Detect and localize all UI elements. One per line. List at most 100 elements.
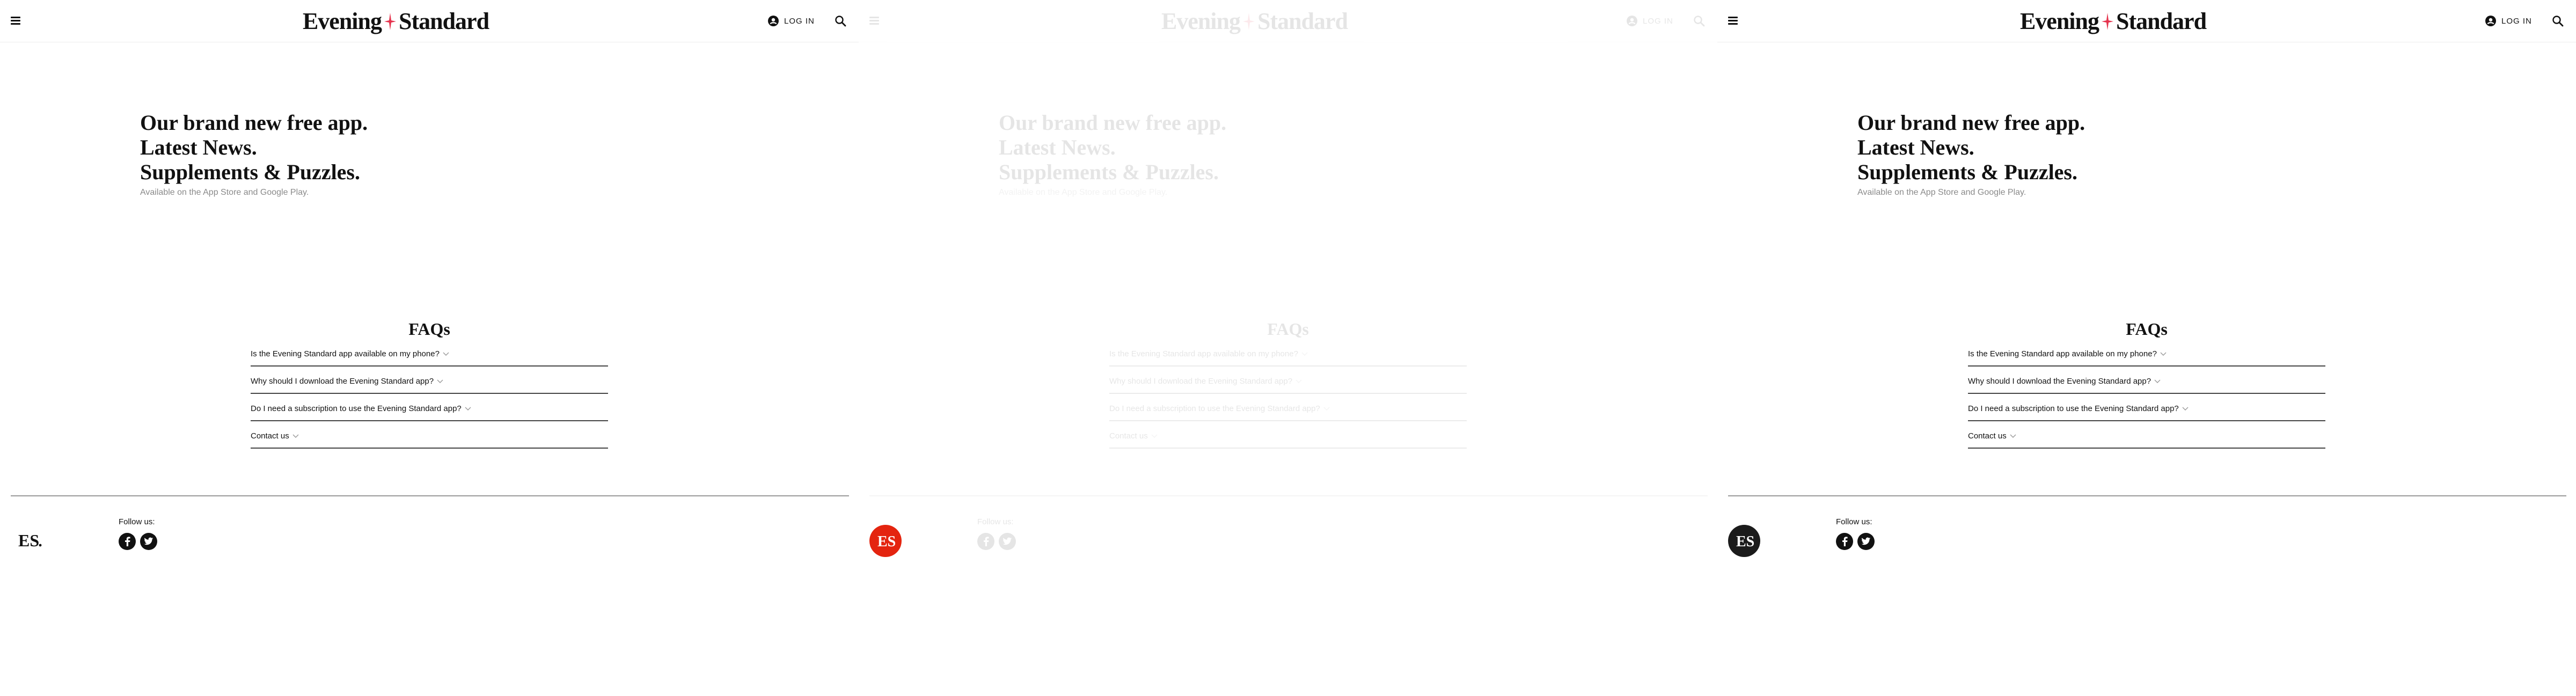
site-header: Evening Standard LOG IN (859, 0, 1717, 42)
follow-us: Follow us: (119, 517, 157, 550)
chevron-down-icon (292, 434, 299, 438)
footer-logo[interactable]: ES (1727, 524, 1761, 558)
chevron-down-icon (2010, 434, 2016, 438)
svg-text:ES: ES (18, 531, 39, 550)
site-logo[interactable]: Evening Standard (859, 8, 1650, 35)
promo-headline-2: Latest News. (140, 135, 257, 159)
faq-item[interactable]: Why should I download the Evening Standa… (1968, 367, 2325, 394)
promo-subtitle: Available on the App Store and Google Pl… (999, 188, 1168, 197)
login-button[interactable]: LOG IN (2485, 15, 2532, 27)
follow-us: Follow us: (1836, 517, 1875, 550)
faq-question: Why should I download the Evening Standa… (251, 377, 434, 386)
app-promo: Our brand new free app. Latest News. Sup… (999, 111, 1226, 197)
logo-word-standard: Standard (398, 8, 489, 34)
login-label: LOG IN (1643, 16, 1673, 26)
faq-item[interactable]: Why should I download the Evening Standa… (251, 367, 608, 394)
faq-question: Why should I download the Evening Standa… (1968, 377, 2151, 386)
follow-us: Follow us: (977, 517, 1016, 550)
svg-text:ES: ES (1736, 533, 1754, 550)
promo-headline-1: Our brand new free app. (1857, 111, 2085, 135)
app-promo: Our brand new free app. Latest News. Sup… (140, 111, 368, 197)
faq-item[interactable]: Contact us (1968, 421, 2325, 449)
logo-word-standard: Standard (2116, 8, 2207, 34)
chevron-down-icon (1296, 379, 1302, 383)
search-icon[interactable] (834, 14, 847, 27)
faq-question: Contact us (1109, 431, 1148, 441)
facebook-icon[interactable] (119, 533, 136, 550)
site-logo[interactable]: Evening Standard (0, 8, 792, 35)
faq-item[interactable]: Why should I download the Evening Standa… (1109, 367, 1467, 394)
faq-item[interactable]: Do I need a subscription to use the Even… (1968, 394, 2325, 421)
logo-word-evening: Evening (2019, 8, 2099, 34)
chevron-down-icon (2160, 352, 2167, 356)
search-icon[interactable] (2551, 14, 2564, 27)
es-logo-icon: ES (18, 531, 42, 550)
faq-question: Is the Evening Standard app available on… (1109, 349, 1298, 358)
app-promo-panel: Evening Standard LOG IN Our brand new fre… (0, 0, 859, 696)
logo-star-icon (1242, 13, 1255, 30)
chevron-down-icon (1151, 434, 1158, 438)
faq-section: FAQs Is the Evening Standard app availab… (1968, 319, 2325, 449)
twitter-icon[interactable] (999, 533, 1016, 550)
facebook-icon[interactable] (977, 533, 994, 550)
chevron-down-icon (1301, 352, 1308, 356)
twitter-icon[interactable] (1857, 533, 1875, 550)
footer-divider (11, 495, 849, 496)
promo-subtitle: Available on the App Store and Google Pl… (1857, 188, 2026, 197)
faq-item[interactable]: Is the Evening Standard app available on… (251, 339, 608, 367)
faq-question: Do I need a subscription to use the Even… (251, 404, 462, 413)
promo-headline-3: Supplements & Puzzles. (1857, 160, 2077, 184)
svg-text:ES: ES (877, 533, 896, 550)
faq-item[interactable]: Contact us (251, 421, 608, 449)
user-icon (768, 16, 779, 26)
chevron-down-icon (2182, 407, 2189, 411)
promo-subtitle: Available on the App Store and Google Pl… (140, 188, 309, 197)
promo-headline-2: Latest News. (999, 135, 1116, 159)
faq-question: Is the Evening Standard app available on… (251, 349, 440, 358)
footer-logo[interactable]: ES (10, 524, 44, 558)
follow-label: Follow us: (119, 517, 155, 526)
promo-headline-2: Latest News. (1857, 135, 1974, 159)
facebook-icon[interactable] (1836, 533, 1853, 550)
site-header: Evening Standard LOG IN (0, 0, 859, 42)
faq-item[interactable]: Is the Evening Standard app available on… (1109, 339, 1467, 367)
faq-question: Why should I download the Evening Standa… (1109, 377, 1293, 386)
chevron-down-icon (465, 407, 471, 411)
twitter-icon[interactable] (140, 533, 157, 550)
follow-label: Follow us: (977, 517, 1014, 526)
user-icon (2485, 16, 2496, 26)
site-logo[interactable]: Evening Standard (1717, 8, 2509, 35)
faq-item[interactable]: Do I need a subscription to use the Even… (251, 394, 608, 421)
search-icon[interactable] (1693, 14, 1706, 27)
faq-item[interactable]: Contact us (1109, 421, 1467, 449)
logo-star-icon (384, 13, 396, 30)
promo-headline-3: Supplements & Puzzles. (140, 160, 360, 184)
logo-word-evening: Evening (1161, 8, 1241, 34)
faq-question: Do I need a subscription to use the Even… (1109, 404, 1320, 413)
faq-section: FAQs Is the Evening Standard app availab… (1109, 319, 1467, 449)
logo-star-icon (2101, 13, 2113, 30)
footer-divider (869, 495, 1708, 496)
login-button[interactable]: LOG IN (768, 15, 815, 27)
logo-word-standard: Standard (1257, 8, 1348, 34)
chevron-down-icon (437, 379, 443, 383)
faq-title: FAQs (408, 319, 450, 339)
logo-word-evening: Evening (302, 8, 382, 34)
es-logo-icon: ES (1728, 525, 1760, 557)
user-icon (1627, 16, 1637, 26)
login-label: LOG IN (2501, 16, 2532, 26)
faq-item[interactable]: Is the Evening Standard app available on… (1968, 339, 2325, 367)
faq-title: FAQs (2126, 319, 2168, 339)
faq-item[interactable]: Do I need a subscription to use the Even… (1109, 394, 1467, 421)
footer-logo[interactable]: ES (868, 524, 903, 558)
site-header: Evening Standard LOG IN (1717, 0, 2576, 42)
follow-label: Follow us: (1836, 517, 1872, 526)
app-promo: Our brand new free app. Latest News. Sup… (1857, 111, 2085, 197)
chevron-down-icon (1323, 407, 1330, 411)
faq-section: FAQs Is the Evening Standard app availab… (251, 319, 608, 449)
login-button[interactable]: LOG IN (1627, 15, 1673, 27)
promo-headline-3: Supplements & Puzzles. (999, 160, 1219, 184)
faq-question: Is the Evening Standard app available on… (1968, 349, 2157, 358)
es-logo-icon: ES (869, 525, 902, 557)
app-promo-panel: Evening Standard LOG IN Our brand new fre… (859, 0, 1717, 696)
